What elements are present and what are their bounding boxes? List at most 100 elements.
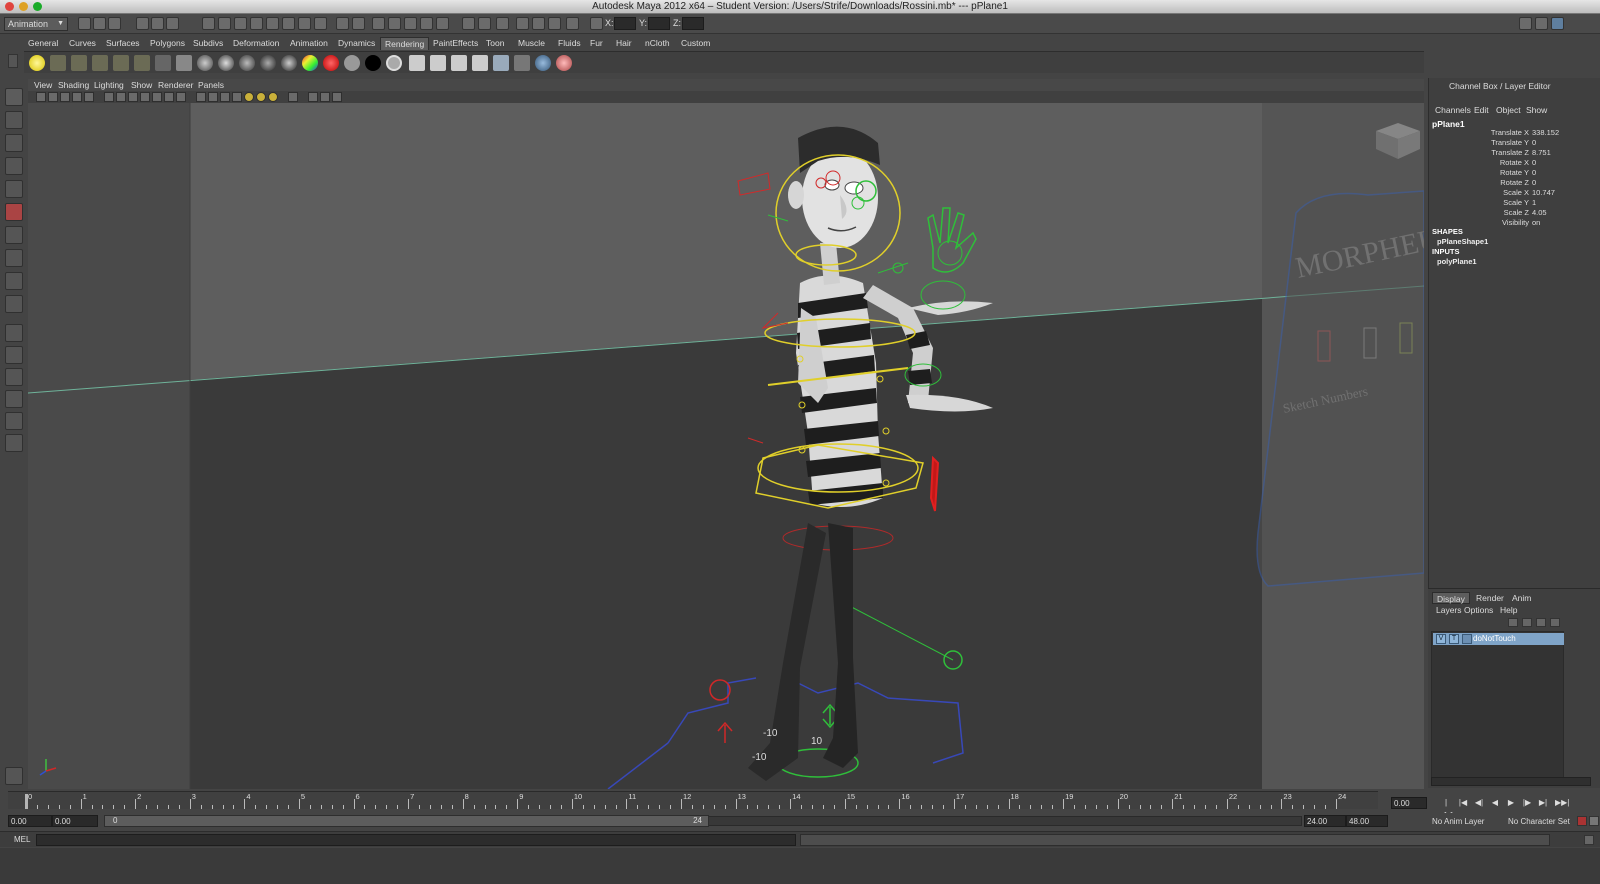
attr-rotate-x[interactable]: Rotate X0 bbox=[1429, 158, 1565, 168]
snap-grid-icon[interactable] bbox=[372, 17, 385, 30]
move-layer-down-icon[interactable] bbox=[1522, 618, 1532, 627]
wireframe-on-shaded-icon[interactable] bbox=[220, 92, 230, 102]
layer-menu-layers[interactable]: Layers bbox=[1436, 605, 1462, 615]
shelf-tab-deformation[interactable]: Deformation bbox=[229, 37, 283, 50]
input-node-name[interactable]: polyPlane1 bbox=[1437, 257, 1477, 266]
attr-translate-y[interactable]: Translate Y0 bbox=[1429, 138, 1565, 148]
input-output-icon[interactable] bbox=[478, 17, 491, 30]
batch-render-icon[interactable] bbox=[514, 55, 530, 71]
mental-ray-icon[interactable] bbox=[535, 55, 551, 71]
layered-shader-icon[interactable] bbox=[365, 55, 381, 71]
shelf-tab-dynamics[interactable]: Dynamics bbox=[334, 37, 379, 50]
current-frame-field[interactable]: 0.00 bbox=[1391, 797, 1427, 809]
layer-menu-options[interactable]: Options bbox=[1464, 605, 1493, 615]
two-d-pan-zoom-icon[interactable] bbox=[84, 92, 94, 102]
minimize-window-button[interactable] bbox=[19, 2, 28, 11]
single-perspective-layout-icon[interactable] bbox=[5, 324, 23, 342]
move-tool-icon[interactable] bbox=[5, 157, 23, 175]
safe-title-icon[interactable] bbox=[176, 92, 186, 102]
shelf-tab-general[interactable]: General bbox=[24, 37, 62, 50]
step-forward-key-icon[interactable]: |▶ bbox=[1521, 797, 1533, 809]
select-tool-icon[interactable] bbox=[5, 88, 23, 106]
shelf-tab-rendering[interactable]: Rendering bbox=[380, 37, 430, 50]
save-scene-icon[interactable] bbox=[108, 17, 121, 30]
render-current-frame-icon[interactable] bbox=[409, 55, 425, 71]
shelf-tab-fluids[interactable]: Fluids bbox=[554, 37, 585, 50]
camera-aim-icon[interactable] bbox=[176, 55, 192, 71]
attr-value[interactable]: 0 bbox=[1532, 158, 1536, 167]
anisotropic-shader-icon[interactable] bbox=[281, 55, 297, 71]
shelf-tab-subdivs[interactable]: Subdivs bbox=[189, 37, 227, 50]
ramp-shader-icon[interactable] bbox=[302, 55, 318, 71]
mask-rendering-icon[interactable] bbox=[298, 17, 311, 30]
rotate-tool-icon[interactable] bbox=[5, 180, 23, 198]
mask-surfaces-icon[interactable] bbox=[250, 17, 263, 30]
mask-joints-icon[interactable] bbox=[218, 17, 231, 30]
volume-light-icon[interactable] bbox=[113, 55, 129, 71]
current-time-indicator[interactable] bbox=[25, 794, 28, 809]
render-globals-icon[interactable] bbox=[472, 55, 488, 71]
step-forward-frame-icon[interactable]: ▶| bbox=[1537, 797, 1549, 809]
snap-point-icon[interactable] bbox=[404, 17, 417, 30]
attr-rotate-y[interactable]: Rotate Y0 bbox=[1429, 168, 1565, 178]
go-to-start-icon[interactable]: |◀◀ bbox=[1440, 797, 1452, 819]
close-window-button[interactable] bbox=[5, 2, 14, 11]
playback-start-field[interactable]: 0.00 bbox=[52, 815, 98, 827]
attr-value[interactable]: 1 bbox=[1532, 198, 1536, 207]
attr-value[interactable]: 0 bbox=[1532, 138, 1536, 147]
blinn-shader-icon[interactable] bbox=[218, 55, 234, 71]
zoom-window-button[interactable] bbox=[33, 2, 42, 11]
attr-value[interactable]: 4.05 bbox=[1532, 208, 1547, 217]
layer-display-type-toggle[interactable]: T bbox=[1449, 634, 1459, 644]
shelf-tab-fur[interactable]: Fur bbox=[586, 37, 607, 50]
paint-shader-icon[interactable] bbox=[556, 55, 572, 71]
point-light-icon[interactable] bbox=[29, 55, 45, 71]
character-set-selector[interactable]: No Character Set bbox=[1508, 817, 1570, 826]
shelf-tab-custom[interactable]: Custom bbox=[677, 37, 714, 50]
highlight-selection-icon[interactable] bbox=[352, 17, 365, 30]
step-back-key-icon[interactable]: ◀| bbox=[1473, 797, 1485, 809]
auto-key-icon[interactable] bbox=[1577, 816, 1587, 826]
spot-light-icon[interactable] bbox=[71, 55, 87, 71]
mask-dynamics-icon[interactable] bbox=[282, 17, 295, 30]
last-tool-icon[interactable] bbox=[5, 295, 23, 313]
use-all-lights-icon[interactable] bbox=[256, 92, 266, 102]
layer-row[interactable]: V T doNotTouch bbox=[1433, 633, 1564, 645]
mask-curves-icon[interactable] bbox=[234, 17, 247, 30]
layer-menu-help[interactable]: Help bbox=[1500, 605, 1517, 615]
panel-menu-lighting[interactable]: Lighting bbox=[94, 80, 124, 90]
play-forwards-icon[interactable]: ▶ bbox=[1505, 797, 1517, 809]
hypershade-persp-layout-icon[interactable] bbox=[5, 412, 23, 430]
channel-box-menu-channels[interactable]: Channels bbox=[1435, 105, 1471, 115]
shape-node-name[interactable]: pPlaneShape1 bbox=[1437, 237, 1488, 246]
attr-value[interactable]: 338.152 bbox=[1532, 128, 1559, 137]
attr-value[interactable]: 10.747 bbox=[1532, 188, 1555, 197]
layer-list-scrollbar[interactable] bbox=[1431, 777, 1591, 786]
hypershade-icon[interactable] bbox=[566, 17, 579, 30]
hypershade-shelf-icon[interactable] bbox=[493, 55, 509, 71]
channel-box-menu-object[interactable]: Object bbox=[1496, 105, 1521, 115]
isolate-select-icon[interactable] bbox=[288, 92, 298, 102]
play-backwards-icon[interactable]: ◀ bbox=[1489, 797, 1501, 809]
menu-set-dropdown[interactable]: Animation ▼ bbox=[4, 17, 68, 31]
mask-misc-icon[interactable] bbox=[314, 17, 327, 30]
shelf-tab-painteffects[interactable]: PaintEffects bbox=[429, 37, 482, 50]
snap-view-plane-icon[interactable] bbox=[420, 17, 433, 30]
persp-graph-layout-icon[interactable] bbox=[5, 390, 23, 408]
shelf-tab-toon[interactable]: Toon bbox=[482, 37, 508, 50]
show-manipulator-icon[interactable] bbox=[5, 272, 23, 290]
camera-attributes-icon[interactable] bbox=[48, 92, 58, 102]
attr-scale-z[interactable]: Scale Z 4.05 bbox=[1429, 208, 1565, 218]
move-layer-up-icon[interactable] bbox=[1508, 618, 1518, 627]
mask-handles-icon[interactable] bbox=[202, 17, 215, 30]
shelf-menu-icon[interactable] bbox=[8, 54, 18, 68]
area-light-icon[interactable] bbox=[92, 55, 108, 71]
render-settings-icon[interactable] bbox=[548, 17, 561, 30]
select-object-icon[interactable] bbox=[151, 17, 164, 30]
range-slider-handle[interactable]: 0 24 bbox=[104, 815, 709, 827]
persp-trax-layout-icon[interactable] bbox=[5, 434, 23, 452]
layer-tab-render[interactable]: Render bbox=[1472, 592, 1508, 604]
command-input[interactable] bbox=[36, 834, 796, 846]
persp-outliner-layout-icon[interactable] bbox=[5, 368, 23, 386]
grid-icon[interactable] bbox=[104, 92, 114, 102]
